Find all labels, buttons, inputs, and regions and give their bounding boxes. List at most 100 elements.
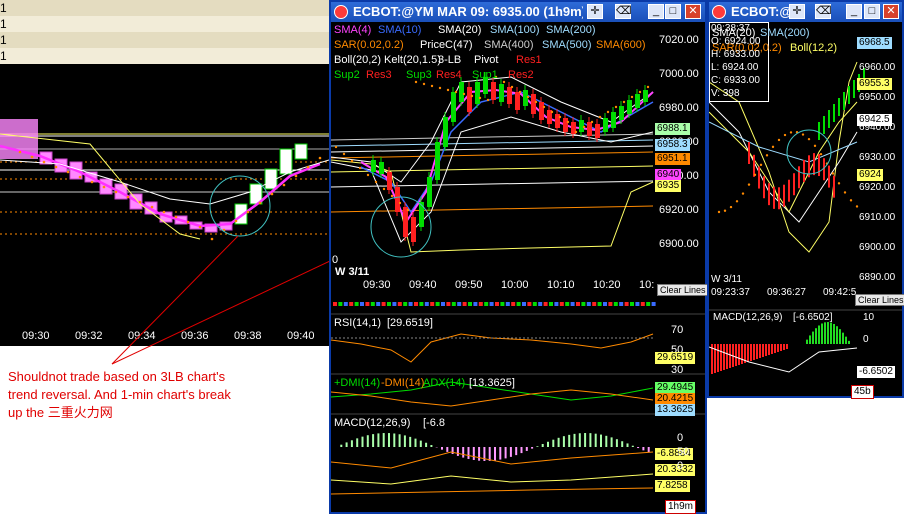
period-tag: 1h9m [665, 500, 697, 514]
clear-lines-button[interactable]: Clear Lines [855, 294, 904, 306]
macd-axis-label: 0 [677, 432, 684, 444]
legend-item: Res4 [436, 69, 462, 81]
legend-item: Sup2 [334, 69, 360, 81]
legend-item: Boll(20,2) [334, 54, 382, 66]
minimize-button[interactable]: _ [648, 4, 664, 19]
price-axis-label: 7000.00 [659, 68, 699, 80]
dmi-legend: -DMI(14) [381, 377, 425, 389]
ecbot-logo-icon [712, 5, 726, 19]
legend-item: Pivot [474, 54, 499, 66]
crosshair-icon[interactable]: ✛ [587, 4, 603, 19]
main-chart-window[interactable]: ECBOT:@YM MAR 09: 6935.00 (1h9m) ✛ ⌫ _ □… [329, 0, 709, 514]
time-axis-label: 09:30 [363, 279, 391, 291]
dmi-legend: [13.3625] [469, 377, 515, 389]
price-tag: 6935 [655, 180, 682, 192]
price-axis-label: 7020.00 [659, 34, 699, 46]
side-time-label: 09:36:27 [767, 287, 806, 298]
price-axis-label: 6980.00 [659, 102, 699, 114]
minimize-button[interactable]: _ [846, 4, 862, 19]
side-price-tag: 6924 [857, 169, 884, 181]
legend-item: SMA(600) [596, 39, 646, 51]
ohlc-line: O: 6924.00 [711, 36, 761, 47]
side-price-tag: 6968.5 [857, 37, 892, 49]
legend-item: Kelt(20,1.5) [384, 54, 441, 66]
ohlc-line: H: 6933.00 [711, 49, 760, 60]
rsi-tag: 29.6519 [655, 352, 696, 364]
time-axis-label: 10: [639, 279, 655, 291]
legend-item: SMA(4) [334, 24, 372, 36]
side-title: ECBOT:@ [731, 4, 793, 19]
side-time-label: 09:23:37 [711, 287, 750, 298]
ohlc-line: V: 398 [711, 88, 740, 99]
maximize-button[interactable]: □ [665, 4, 681, 19]
rsi-value: [29.6519] [387, 317, 433, 329]
side-period-tag: 45b [851, 385, 874, 399]
price-axis-label: 6920.00 [659, 204, 699, 216]
main-titlebar[interactable]: ECBOT:@YM MAR 09: 6935.00 (1h9m) ✛ ⌫ _ □… [331, 2, 705, 22]
macd-tag: 7.8258 [655, 480, 690, 492]
close-button[interactable]: ✕ [685, 4, 701, 19]
side-price-label: 6950.00 [859, 92, 896, 103]
legend-item: Res1 [516, 54, 542, 66]
price-tag: 6958.3 [655, 139, 690, 151]
side-macd-value: [-6.6502] [793, 312, 833, 323]
eraser-icon[interactable]: ⌫ [615, 4, 632, 19]
legend-item: SMA(10) [378, 24, 422, 36]
rsi-axis-label: 30 [671, 364, 684, 376]
rsi-axis-label: 70 [671, 324, 684, 336]
close-button[interactable]: ✕ [883, 4, 899, 19]
main-chart-overlay: SMA(4) SMA(10) SMA(20) SMA(100) SMA(200) SAR(… [331, 22, 709, 514]
rsi-label: RSI(14,1) [334, 317, 382, 329]
side-time-label: 09:42:5 [823, 287, 857, 298]
side-legend: SMA(200) [760, 27, 810, 39]
time-axis-label: 10:00 [501, 279, 529, 291]
date-label: W 3/11 [335, 266, 370, 278]
side-price-label: 6920.00 [859, 182, 896, 193]
side-price-tag: 6942.5 [857, 114, 892, 126]
ecbot-logo-icon [334, 5, 348, 19]
maximize-button[interactable]: □ [864, 4, 880, 19]
legend-item: SAR(0.02,0.2) [334, 39, 404, 51]
macd-label: MACD(12,26,9) [334, 417, 411, 429]
side-price-label: 6890.00 [859, 272, 896, 283]
time-axis-label: 10:10 [547, 279, 575, 291]
legend-item: PriceC(47) [420, 39, 473, 51]
clear-lines-button[interactable]: Clear Lines [657, 284, 709, 296]
legend-item: Sup3 [406, 69, 432, 81]
dmi-tag: 13.3625 [655, 404, 696, 416]
zero-label: 0 [332, 254, 339, 266]
side-price-tag: 6955.3 [857, 78, 892, 90]
legend-item: Res2 [508, 69, 534, 81]
side-macd-label: MACD(12,26,9) [713, 312, 783, 323]
legend-item: SMA(200) [546, 24, 596, 36]
main-title: ECBOT:@YM MAR 09: 6935.00 (1h9m) [353, 4, 583, 19]
legend-item: Sup1 [472, 69, 498, 81]
price-tag: 6951.1 [655, 153, 690, 165]
side-chart-overlay: SMA(20) SMA(200) SAR(0.02,0.2) Boll(12,2) 69… [709, 22, 904, 399]
time-axis-label: 09:40 [409, 279, 437, 291]
legend-item: Res3 [366, 69, 392, 81]
legend-item: 3-LB [438, 54, 462, 66]
annotation-note: Shouldnot trade based on 3LB chart's tre… [8, 369, 231, 420]
side-titlebar[interactable]: ECBOT:@ ✛ ⌫ _ □ ✕ [709, 2, 902, 22]
legend-item: SMA(400) [484, 39, 534, 51]
dmi-legend: +DMI(14) [334, 377, 381, 389]
crosshair-icon[interactable]: ✛ [789, 4, 805, 19]
side-macd-tag: -6.6502 [857, 366, 895, 378]
ohlc-line: L: 6924.00 [711, 62, 759, 73]
price-axis-label: 6900.00 [659, 238, 699, 250]
legend-item: SMA(100) [490, 24, 540, 36]
price-tag: 6988.1 [655, 123, 690, 135]
eraser-icon[interactable]: ⌫ [815, 4, 832, 19]
side-date-label: W 3/11 [711, 274, 742, 285]
side-price-label: 6900.00 [859, 242, 896, 253]
macd-axis-label: 0 [677, 460, 684, 472]
time-axis-label: 09:50 [455, 279, 483, 291]
side-chart-window[interactable]: ECBOT:@ ✛ ⌫ _ □ ✕ SMA(20) SMA(200) SAR(0.0… [707, 0, 904, 399]
legend-item: SMA(20) [438, 24, 482, 36]
side-macd-axis: 10 [863, 312, 875, 323]
side-macd-axis: 0 [863, 334, 869, 345]
macd-axis-label: 50 [677, 446, 690, 458]
legend-item: SMA(500) [542, 39, 592, 51]
macd-tag: 20.3332 [655, 464, 696, 476]
